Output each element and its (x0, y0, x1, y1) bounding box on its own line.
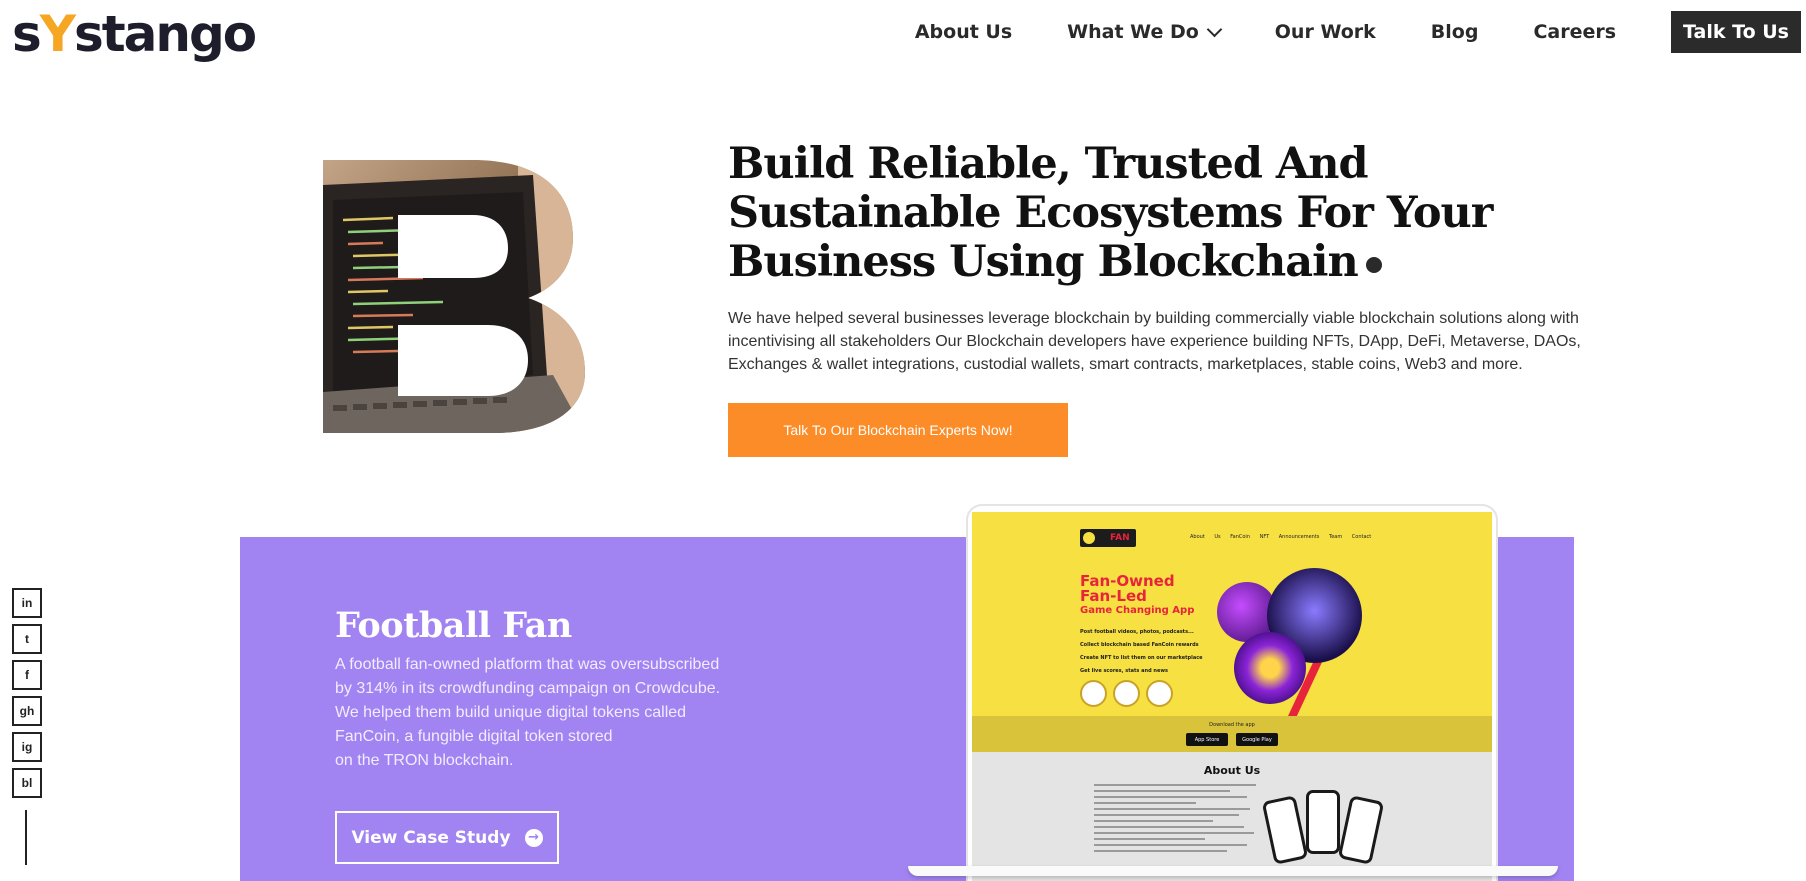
facebook-icon[interactable]: f (12, 660, 42, 690)
mockup-bullet-2: Collect blockchain based FanCoin rewards (1080, 642, 1199, 648)
github-icon[interactable]: gh (12, 696, 42, 726)
laptop-mockup: FAN About Us FanCoin NFT Announcements T… (968, 506, 1496, 881)
mockup-bullet-4: Get live scores, stats and news (1080, 668, 1168, 674)
logo-text-end: stango (73, 5, 257, 63)
case-desc-line-1: A football fan-owned platform that was o… (335, 656, 720, 673)
mockup-logo: FAN (1080, 529, 1136, 547)
talk-to-blockchain-experts-button[interactable]: Talk To Our Blockchain Experts Now! (728, 403, 1068, 457)
mockup-nav: About Us FanCoin NFT Announcements Team … (1190, 534, 1372, 540)
arrow-right-icon: → (524, 828, 543, 847)
mockup-subheadline: Game Changing App (1080, 605, 1195, 616)
hero-description: We have helped several businesses levera… (728, 310, 1581, 373)
mockup-bullet-3: Create NFT to list them on our marketpla… (1080, 655, 1203, 661)
nav-our-work[interactable]: Our Work (1275, 21, 1376, 43)
mockup-logo-text: FAN (1110, 533, 1130, 543)
systango-logo[interactable]: sYstango (12, 4, 257, 64)
nav-about-us-label: About Us (914, 21, 1013, 43)
blockchain-letter-b-image (323, 160, 585, 433)
laptop-base (908, 866, 1558, 876)
hero-title-line-2: Sustainable Ecosystems For Your (728, 188, 1493, 238)
mockup-bullet-1: Post football videos, photos, podcasts..… (1080, 629, 1194, 635)
twitter-icon[interactable]: t (12, 624, 42, 654)
nav-about-us[interactable]: About Us (915, 21, 1012, 43)
mockup-bullets: Post football videos, photos, podcasts..… (1080, 626, 1203, 678)
nav-blog-label: Blog (1430, 21, 1479, 43)
view-case-study-button[interactable]: View Case Study → (335, 811, 559, 864)
award-badge-icon (1113, 680, 1140, 707)
award-badge-icon (1080, 680, 1107, 707)
linkedin-icon[interactable]: in (12, 588, 42, 618)
instagram-icon[interactable]: ig (12, 732, 42, 762)
mockup-screen: FAN About Us FanCoin NFT Announcements T… (972, 512, 1492, 881)
mockup-fancoin-orb (1234, 632, 1306, 704)
hero-title: Build Reliable, Trusted And Sustainable … (728, 140, 1648, 287)
nav-careers-label: Careers (1533, 21, 1617, 43)
hero-title-line-3: Business Using Blockchain (728, 237, 1359, 287)
case-desc-line-3: We helped them build unique digital toke… (335, 704, 687, 721)
case-study-description: A football fan-owned platform that was o… (335, 653, 775, 773)
talk-to-us-button[interactable]: Talk To Us (1671, 11, 1801, 53)
view-case-study-label: View Case Study (351, 827, 511, 848)
mockup-about-text (1094, 784, 1264, 856)
social-rail-divider (25, 810, 27, 865)
app-store-badge: App Store (1186, 733, 1228, 746)
hero-title-line-1: Build Reliable, Trusted And (728, 139, 1369, 189)
nav-our-work-label: Our Work (1274, 21, 1376, 43)
nav-what-we-do[interactable]: What We Do (1067, 21, 1223, 43)
google-play-badge: Google Play (1236, 733, 1278, 746)
case-desc-line-4: FanCoin, a fungible digital token stored (335, 728, 613, 745)
main-nav: About Us What We Do Our Work Blog Career… (915, 11, 1806, 53)
case-desc-line-5: on the TRON blockchain. (335, 752, 514, 769)
logo-text-start: s (12, 5, 42, 63)
blog-icon[interactable]: bl (12, 768, 42, 798)
mockup-headline: Fan-Owned Fan-Led (1080, 574, 1175, 604)
social-links: in t f gh ig bl (12, 588, 42, 804)
nav-what-we-do-label: What We Do (1067, 21, 1199, 43)
nav-careers[interactable]: Careers (1533, 21, 1616, 43)
logo-text-accent: Y (39, 5, 76, 63)
case-study-title: Football Fan (335, 605, 572, 646)
mockup-about-title: About Us (1203, 764, 1261, 777)
phone-mockup-icon (1306, 790, 1340, 854)
nav-blog[interactable]: Blog (1431, 21, 1479, 43)
mockup-award-badges (1080, 680, 1179, 707)
chevron-down-icon (1206, 21, 1223, 37)
award-badge-icon (1146, 680, 1173, 707)
title-dot-icon (1365, 257, 1382, 273)
mockup-download-label: Download the app (1209, 722, 1255, 728)
case-desc-line-2: by 314% in its crowdfunding campaign on … (335, 680, 721, 697)
mockup-headline-line-2: Fan-Led (1080, 587, 1147, 605)
